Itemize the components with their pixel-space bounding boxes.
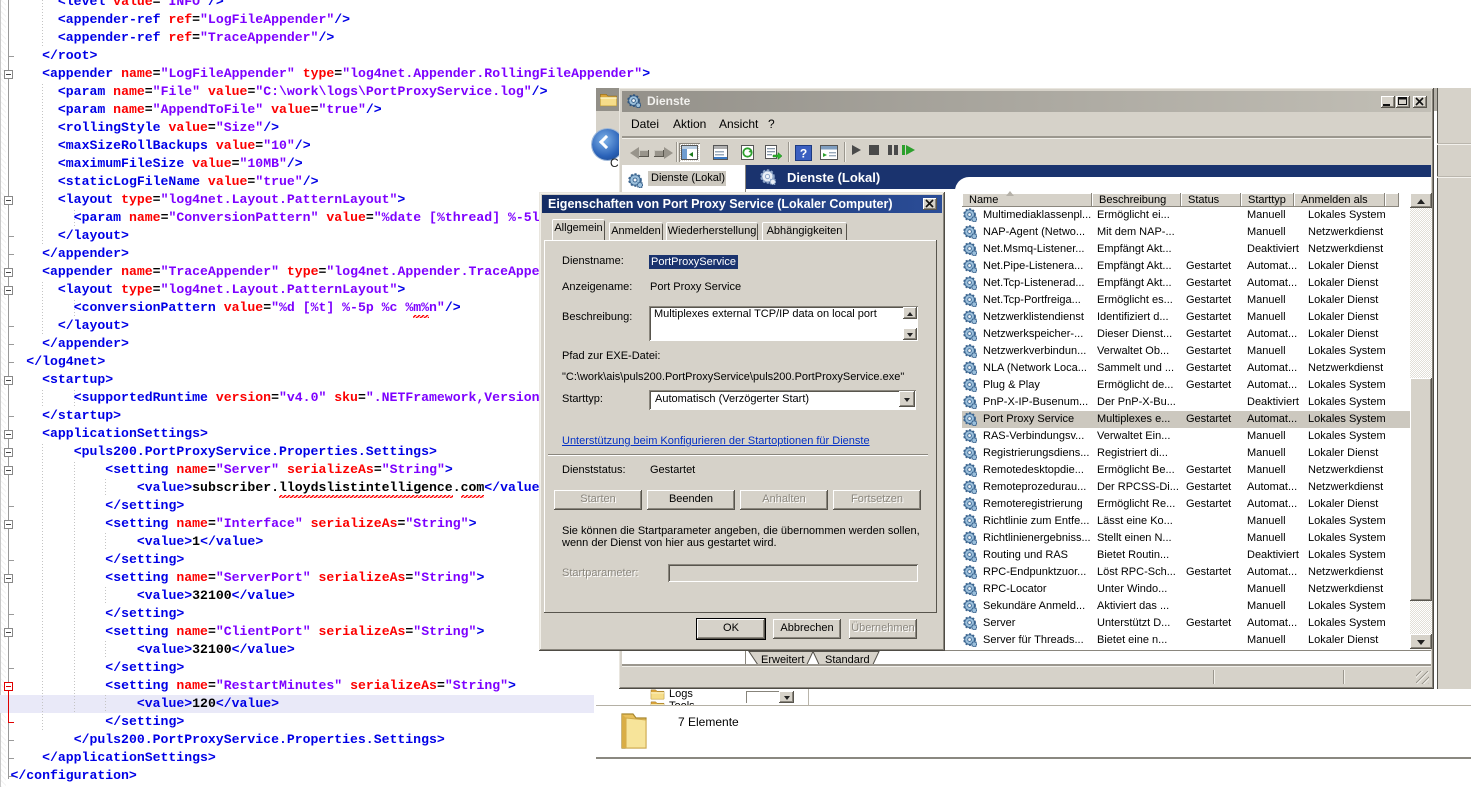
- svg-text:?: ?: [800, 147, 807, 161]
- svg-text:Standard: Standard: [825, 654, 870, 666]
- svg-text:Erweitert: Erweitert: [761, 654, 804, 666]
